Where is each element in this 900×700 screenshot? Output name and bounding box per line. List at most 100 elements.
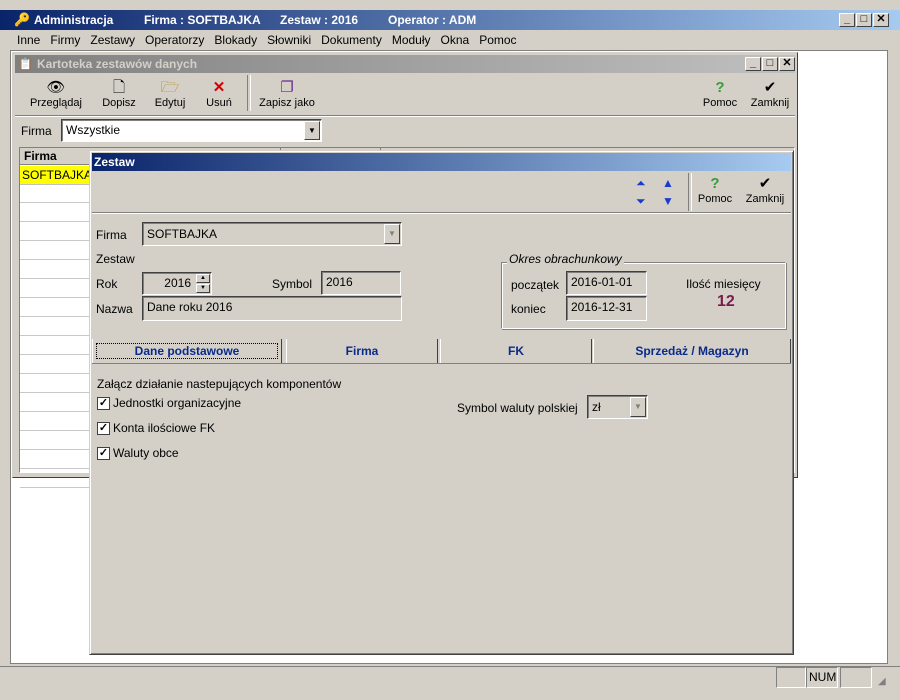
kartoteka-help-button[interactable]: ? Pomoc	[699, 79, 741, 109]
menu-firmy[interactable]: Firmy	[45, 30, 85, 50]
poczatek-input[interactable]: 2016-01-01	[566, 271, 647, 295]
edit-button[interactable]: 🗁 Edytuj	[147, 79, 193, 109]
last-record-button[interactable]: ⏷	[636, 195, 646, 207]
nazwa-label: Nazwa	[96, 302, 133, 316]
firma-select[interactable]: SOFTBAJKA ▼	[142, 222, 402, 246]
kartoteka-close-toolbar-button[interactable]: ✔ Zamknij	[747, 79, 793, 109]
components-label: Załącz działanie nastepujących komponent…	[97, 377, 342, 391]
zestaw-section-label: Zestaw	[96, 252, 135, 266]
statusbar-divider	[0, 666, 900, 668]
arrow-up-icon: ▲	[662, 176, 674, 190]
menu-dokumenty[interactable]: Dokumenty	[316, 30, 387, 50]
checkbox-jednostki[interactable]: ✓ Jednostki organizacyjne	[97, 396, 241, 411]
spin-up-icon[interactable]: ▲	[196, 274, 210, 283]
resize-grip-icon[interactable]: ◢	[878, 676, 886, 687]
save-as-button[interactable]: ❐ Zapisz jako	[255, 79, 319, 109]
arrow-down-icon: ▼	[662, 194, 674, 208]
spin-down-icon[interactable]: ▼	[196, 284, 210, 293]
chevron-down-icon[interactable]: ▼	[304, 121, 320, 140]
kartoteka-minimize-button[interactable]: _	[745, 57, 761, 71]
menu-slowniki[interactable]: Słowniki	[262, 30, 316, 50]
eye-icon: 👁	[46, 79, 66, 96]
zestaw-help-button[interactable]: ? Pomoc	[694, 175, 736, 205]
delete-x-icon: ✕	[212, 79, 226, 96]
view-button[interactable]: 👁 Przeglądaj	[27, 79, 85, 109]
checkbox-checked-icon[interactable]: ✓	[97, 422, 110, 436]
zestaw-close-button[interactable]: ✔ Zamknij	[742, 175, 788, 205]
currency-label: Symbol waluty polskiej	[457, 401, 578, 415]
checkbox-checked-icon[interactable]: ✓	[97, 447, 110, 461]
toolbar-separator	[247, 75, 251, 111]
symbol-input[interactable]: 2016	[321, 271, 401, 295]
koniec-label: koniec	[511, 302, 546, 316]
rok-spinner[interactable]: 2016 ▲ ▼	[142, 272, 212, 295]
arrow-first-icon: ⏶	[636, 176, 646, 190]
firma-filter-select[interactable]: Wszystkie ▼	[61, 119, 322, 142]
header-zestaw: Zestaw : 2016	[280, 13, 359, 27]
checkbox-konta-ilosciowe[interactable]: ✓ Konta ilościowe FK	[97, 421, 215, 436]
grid-header-firma[interactable]: Firma	[24, 149, 57, 163]
previous-record-button[interactable]: ▲	[662, 177, 674, 189]
firma-filter-label: Firma	[21, 124, 52, 138]
tab-dane-podstawowe[interactable]: Dane podstawowe	[92, 339, 282, 363]
ilosc-label: Ilość miesięcy	[686, 277, 761, 291]
status-num: NUM	[806, 667, 838, 688]
rok-label: Rok	[96, 277, 118, 291]
minimize-button[interactable]: _	[839, 13, 855, 27]
next-record-button[interactable]: ▼	[662, 195, 674, 207]
zestaw-title: Zestaw	[94, 155, 135, 169]
checkbox-waluty-obce[interactable]: ✓ Waluty obce	[97, 446, 179, 461]
okres-title: Okres obrachunkowy	[507, 252, 624, 266]
grid-cell-firma: SOFTBAJKA	[22, 168, 93, 182]
menu-operatorzy[interactable]: Operatorzy	[140, 30, 209, 50]
symbol-label: Symbol	[272, 277, 313, 291]
checkmark-icon: ✔	[758, 175, 772, 192]
kartoteka-maximize-button[interactable]: □	[762, 57, 778, 71]
tab-fk[interactable]: FK	[440, 339, 592, 363]
kartoteka-close-button[interactable]: ✕	[779, 57, 795, 71]
nazwa-input[interactable]: Dane roku 2016	[142, 296, 402, 321]
first-record-button[interactable]: ⏶	[636, 177, 646, 189]
currency-select[interactable]: zł ▼	[587, 395, 648, 419]
zestaw-titlebar: Zestaw	[92, 153, 791, 171]
app-key-icon: 🔑	[14, 12, 31, 27]
chevron-down-icon[interactable]: ▼	[630, 397, 646, 417]
main-window: 🔑 Administracja Firma : SOFTBAJKA Zestaw…	[0, 0, 900, 700]
menu-pomoc[interactable]: Pomoc	[474, 30, 521, 50]
ilosc-value: 12	[717, 293, 735, 310]
tab-bar: Dane podstawowe Firma FK Sprzedaż / Maga…	[92, 339, 791, 364]
kartoteka-titlebar: 📋 Kartoteka zestawów danych _ □ ✕	[15, 55, 795, 73]
toolbar-separator	[688, 173, 692, 211]
tab-firma[interactable]: Firma	[286, 339, 438, 363]
chevron-down-icon[interactable]: ▼	[384, 224, 400, 244]
add-button[interactable]: 🗋 Dopisz	[95, 79, 143, 109]
kartoteka-window-icon: 📋	[18, 57, 33, 71]
menu-inne[interactable]: Inne	[12, 30, 45, 50]
menu-zestawy[interactable]: Zestawy	[85, 30, 140, 50]
toolbar-divider	[15, 115, 795, 117]
help-icon: ?	[710, 175, 720, 192]
header-operator: Operator : ADM	[388, 13, 477, 27]
menu-moduly[interactable]: Moduły	[387, 30, 436, 50]
new-document-icon: 🗋	[112, 79, 126, 96]
app-title: Administracja	[34, 13, 114, 27]
status-panel	[840, 667, 872, 688]
header-firma: Firma : SOFTBAJKA	[144, 13, 261, 27]
kartoteka-title: Kartoteka zestawów danych	[37, 57, 198, 71]
toolbar-divider	[92, 212, 791, 214]
arrow-last-icon: ⏷	[636, 194, 646, 208]
tab-sprzedaz-magazyn[interactable]: Sprzedaż / Magazyn	[593, 339, 791, 363]
maximize-button[interactable]: □	[856, 13, 872, 27]
firma-label: Firma	[96, 228, 127, 242]
status-panel	[776, 667, 806, 688]
save-as-icon: ❐	[280, 79, 294, 96]
checkbox-checked-icon[interactable]: ✓	[97, 397, 110, 411]
close-button[interactable]: ✕	[873, 13, 889, 27]
delete-button[interactable]: ✕ Usuń	[197, 79, 241, 109]
menu-blokady[interactable]: Blokady	[209, 30, 262, 50]
main-titlebar: 🔑 Administracja Firma : SOFTBAJKA Zestaw…	[0, 10, 900, 30]
help-icon: ?	[715, 79, 725, 96]
koniec-input[interactable]: 2016-12-31	[566, 296, 647, 321]
menu-okna[interactable]: Okna	[436, 30, 475, 50]
folder-open-icon: 🗁	[160, 79, 180, 96]
